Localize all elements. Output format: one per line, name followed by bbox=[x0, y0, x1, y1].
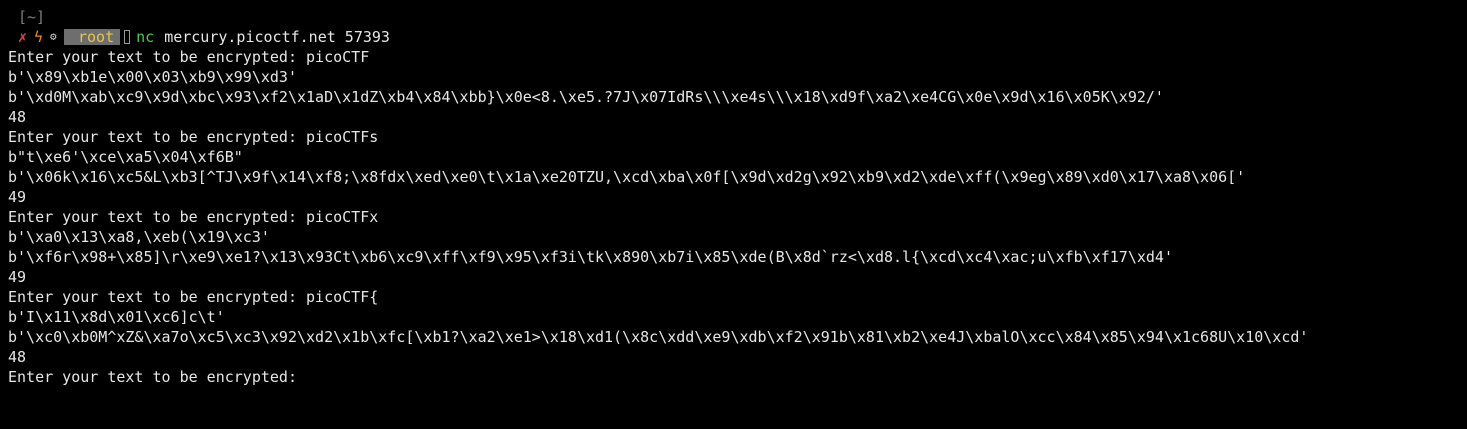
user-segment: root bbox=[70, 29, 121, 45]
output-line: b'\x89\xb1e\x00\x03\xb9\x99\xd3' bbox=[8, 68, 297, 86]
shell-prompt: ✗ ϟ ⚙ root nc mercury.picoctf.net 57393 bbox=[8, 27, 1459, 47]
output-line: Enter your text to be encrypted: picoCTF… bbox=[8, 128, 379, 146]
output-line: b"t\xe6'\xce\xa5\x04\xf6B" bbox=[8, 148, 243, 166]
output-line: b'\xa0\x13\xa8,\xeb(\x19\xc3' bbox=[8, 228, 270, 246]
output-line: b'\x06k\x16\xc5&L\xb3[^TJ\x9f\x14\xf8;\x… bbox=[8, 168, 1246, 186]
output-line: 49 bbox=[8, 268, 27, 286]
terminal-window[interactable]: [~] ✗ ϟ ⚙ root nc mercury.picoctf.net 57… bbox=[0, 0, 1467, 429]
bolt-icon: ϟ bbox=[34, 28, 44, 46]
output-line: Enter your text to be encrypted: picoCTF… bbox=[8, 288, 379, 306]
segment-separator-icon bbox=[124, 30, 131, 44]
output-line: 49 bbox=[8, 188, 27, 206]
command-name: nc bbox=[136, 28, 155, 46]
command-args: mercury.picoctf.net 57393 bbox=[164, 28, 390, 46]
gear-icon: ⚙ bbox=[50, 30, 57, 43]
output-line: b'\xc0\xb0M^xZ&\xa7o\xc5\xc3\x92\xd2\x1b… bbox=[8, 328, 1309, 346]
output-line: b'I\x11\x8d\x01\xc6]c\t' bbox=[8, 308, 225, 326]
output-line: b'\xf6r\x98+\x85]\r\xe9\xe1?\x13\x93Ct\x… bbox=[8, 248, 1173, 266]
output-line: 48 bbox=[8, 108, 27, 126]
x-icon: ✗ bbox=[18, 28, 28, 46]
output-line: 48 bbox=[8, 348, 27, 366]
output-line: b'\xd0M\xab\xc9\x9d\xbc\x93\xf2\x1aD\x1d… bbox=[8, 88, 1164, 106]
input-prompt-line[interactable]: Enter your text to be encrypted: bbox=[8, 367, 1459, 387]
output-line: Enter your text to be encrypted: picoCTF bbox=[8, 48, 370, 66]
cwd-indicator: [~] bbox=[18, 8, 46, 26]
output-line: Enter your text to be encrypted: picoCTF… bbox=[8, 208, 379, 226]
